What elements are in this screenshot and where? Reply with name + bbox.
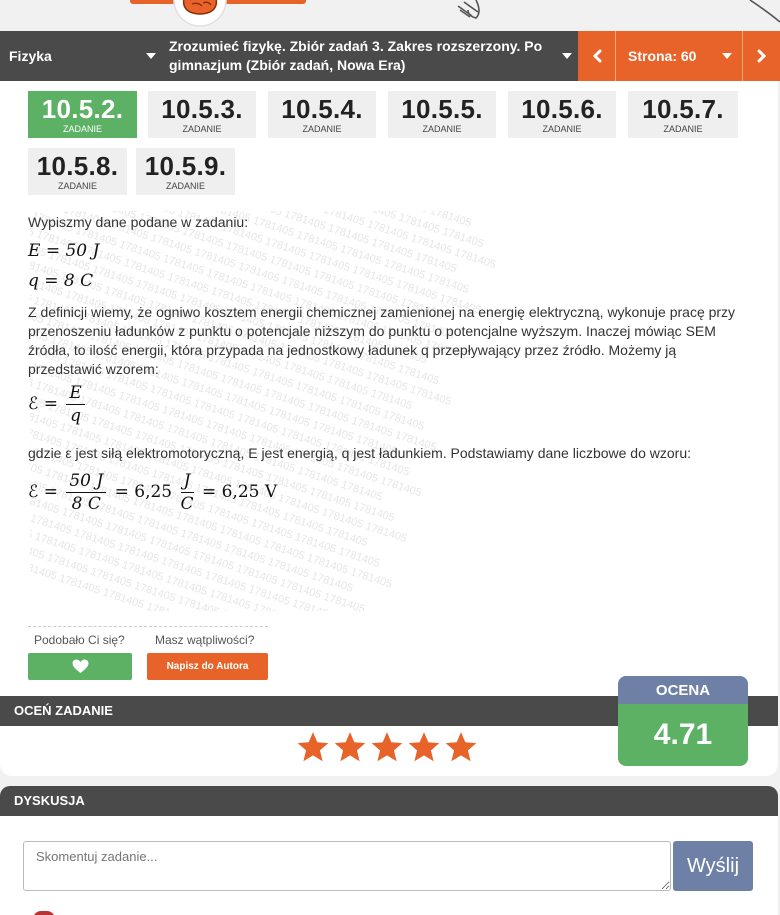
solution-paragraph-1: Z definicji wiemy, że ogniwo kosztem ene… bbox=[28, 304, 736, 377]
star-icon[interactable] bbox=[296, 731, 330, 763]
task-label: ZADANIE bbox=[542, 124, 582, 134]
comment-input[interactable] bbox=[23, 841, 671, 891]
solution-intro: Wypiszmy dane podane w zadaniu: bbox=[28, 214, 249, 230]
decoration-doodle bbox=[457, 0, 780, 23]
next-page-button[interactable] bbox=[742, 31, 780, 81]
star-icon[interactable] bbox=[370, 731, 404, 763]
watermark: 1781405 1781405 1781405 1781405 1781405 … bbox=[30, 211, 750, 611]
task-number: 10.5.4. bbox=[281, 94, 363, 124]
task-number: 10.5.6. bbox=[521, 94, 603, 124]
task-tab-10-5-7[interactable]: 10.5.7. ZADANIE bbox=[628, 91, 738, 138]
task-tab-10-5-8[interactable]: 10.5.8. ZADANIE bbox=[28, 148, 127, 195]
task-number: 10.5.8. bbox=[36, 151, 119, 181]
subject-label: Fizyka bbox=[9, 48, 52, 64]
task-number: 10.5.7. bbox=[642, 94, 724, 124]
emf-calculation: ℰ = 50 J 8 C = 6,25 J C = 6,25 V bbox=[28, 471, 277, 514]
top-navigation: Fizyka Zrozumieć fizykę. Zbiór zadań 3. … bbox=[0, 31, 780, 81]
task-number: 10.5.9. bbox=[144, 151, 227, 181]
task-label: ZADANIE bbox=[62, 124, 102, 134]
calc-result: = 6,25 V bbox=[201, 482, 278, 502]
header-strip bbox=[0, 0, 780, 31]
task-label: ZADANIE bbox=[302, 124, 342, 134]
task-tab-10-5-5[interactable]: 10.5.5. ZADANIE bbox=[388, 91, 496, 138]
like-button[interactable] bbox=[28, 653, 132, 680]
calc-denominator: 8 C bbox=[71, 494, 101, 514]
star-icon[interactable] bbox=[407, 731, 441, 763]
rating-score-label: OCENA bbox=[618, 676, 748, 704]
calc-unit-numerator: J bbox=[180, 471, 194, 493]
calc-numerator: 50 J bbox=[66, 471, 107, 493]
task-tab-10-5-3[interactable]: 10.5.3. ZADANIE bbox=[148, 91, 256, 138]
task-label: ZADANIE bbox=[663, 124, 703, 134]
task-label: ZADANIE bbox=[57, 181, 97, 191]
calc-unit-fraction: J C bbox=[180, 471, 194, 514]
liked-question: Podobało Ci się? bbox=[34, 633, 125, 647]
task-number: 10.5.3. bbox=[161, 94, 243, 124]
subject-dropdown[interactable]: Fizyka bbox=[0, 31, 164, 81]
star-icon[interactable] bbox=[333, 731, 367, 763]
write-to-author-button[interactable]: Napisz do Autora bbox=[147, 653, 268, 680]
rating-score-value: 4.71 bbox=[618, 704, 748, 766]
calc-unit-denominator: C bbox=[180, 494, 194, 514]
send-button[interactable]: Wyślij bbox=[673, 841, 753, 891]
task-label: ZADANIE bbox=[422, 124, 462, 134]
chevron-down-icon bbox=[722, 53, 732, 59]
task-card: 10.5.2. ZADANIE 10.5.3. ZADANIE 10.5.4. … bbox=[0, 81, 778, 776]
page-dropdown[interactable]: Strona: 60 bbox=[616, 31, 742, 81]
task-label: ZADANIE bbox=[165, 181, 205, 191]
divider bbox=[28, 626, 268, 627]
discussion-header: DYSKUSJA bbox=[0, 786, 778, 816]
task-tab-10-5-4[interactable]: 10.5.4. ZADANIE bbox=[268, 91, 376, 138]
given-energy: E = 50 J bbox=[28, 241, 100, 261]
rating-score-badge: OCENA 4.71 bbox=[618, 676, 748, 766]
given-charge: q = 8 C bbox=[28, 271, 94, 291]
formula-denominator: q bbox=[70, 406, 82, 426]
brain-logo-icon[interactable] bbox=[170, 0, 230, 30]
task-tab-10-5-2[interactable]: 10.5.2. ZADANIE bbox=[28, 91, 137, 138]
page-label: Strona: 60 bbox=[628, 48, 697, 64]
task-tab-10-5-6[interactable]: 10.5.6. ZADANIE bbox=[508, 91, 616, 138]
chevron-right-icon bbox=[757, 49, 766, 63]
discussion-section: Wyślij bbox=[0, 816, 778, 915]
solution-paragraph-2: gdzie ε jest siłą elektromotoryczną, E j… bbox=[28, 445, 692, 461]
chevron-left-icon bbox=[592, 49, 601, 63]
previous-page-button[interactable] bbox=[578, 31, 616, 81]
doubt-question: Masz wątpliwości? bbox=[155, 633, 255, 647]
book-dropdown[interactable]: Zrozumieć fizykę. Zbiór zadań 3. Zakres … bbox=[164, 31, 578, 81]
avatar bbox=[33, 911, 55, 915]
star-rating[interactable] bbox=[296, 731, 478, 763]
task-label: ZADANIE bbox=[182, 124, 222, 134]
formula-fraction: E q bbox=[66, 383, 85, 426]
formula-lhs: ℰ = bbox=[28, 394, 58, 414]
chevron-down-icon bbox=[146, 53, 156, 59]
task-tab-10-5-9[interactable]: 10.5.9. ZADANIE bbox=[136, 148, 235, 195]
task-number: 10.5.2. bbox=[41, 94, 124, 124]
chevron-down-icon bbox=[562, 53, 572, 59]
task-number: 10.5.5. bbox=[401, 94, 483, 124]
emf-formula: ℰ = E q bbox=[28, 383, 88, 426]
formula-numerator: E bbox=[66, 383, 85, 405]
calc-lhs: ℰ = bbox=[28, 482, 58, 502]
heart-icon bbox=[72, 659, 88, 673]
calc-fraction: 50 J 8 C bbox=[66, 471, 107, 514]
star-icon[interactable] bbox=[444, 731, 478, 763]
calc-intermediate: = 6,25 bbox=[114, 482, 173, 502]
book-title: Zrozumieć fizykę. Zbiór zadań 3. Zakres … bbox=[169, 38, 543, 73]
